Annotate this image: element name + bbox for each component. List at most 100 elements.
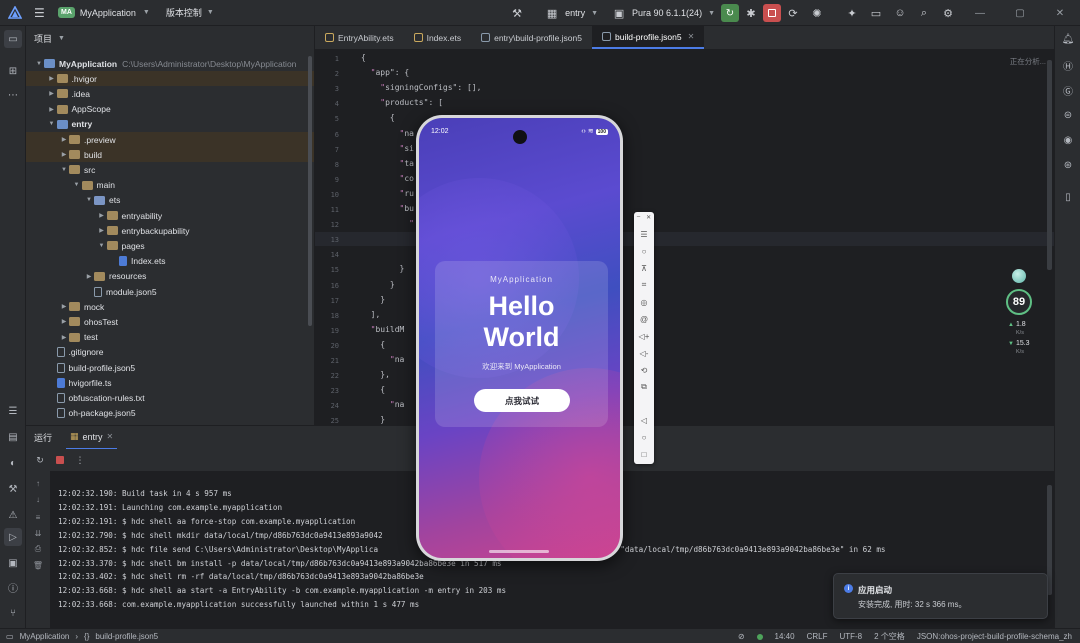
menu-icon[interactable]: ☰ bbox=[637, 228, 651, 240]
tree-item[interactable]: .gitignore bbox=[26, 345, 314, 360]
tree-item[interactable]: ▶ resources bbox=[26, 269, 314, 284]
sync-icon[interactable]: ⊜ bbox=[1059, 106, 1077, 124]
tree-item[interactable]: ▶ entryability bbox=[26, 208, 314, 223]
project-panel-header[interactable]: 项目 ▼ bbox=[26, 26, 314, 50]
chevron-right-icon[interactable]: ▶ bbox=[59, 303, 69, 310]
run-panel-icon[interactable]: ▷ bbox=[4, 528, 22, 546]
minimize-button[interactable]: — bbox=[960, 8, 1000, 19]
preview-eye-icon[interactable]: ◉ bbox=[1059, 131, 1077, 149]
tree-item[interactable]: build-profile.json5 bbox=[26, 360, 314, 375]
project-folder-icon[interactable]: ▭ bbox=[4, 30, 22, 48]
scroll-end-icon[interactable]: ⇊ bbox=[32, 527, 44, 539]
apply-changes-icon[interactable]: ⟳ bbox=[784, 4, 802, 22]
editor-tab[interactable]: build-profile.json5 ✕ bbox=[591, 26, 705, 49]
volume-up-icon[interactable]: ◁+ bbox=[637, 330, 651, 342]
vcs-menu[interactable]: 版本控制 ▼ bbox=[166, 6, 214, 19]
module-selector[interactable]: ▦ entry ▼ bbox=[543, 4, 598, 22]
project-scrollbar[interactable] bbox=[308, 56, 312, 326]
assistant-ball-icon[interactable] bbox=[1012, 269, 1026, 283]
tree-item[interactable]: obfuscation-rules.txt bbox=[26, 390, 314, 405]
status-file[interactable]: build-profile.json5 bbox=[95, 632, 158, 641]
scroll-up-icon[interactable]: ↑ bbox=[32, 477, 44, 489]
chevron-right-icon[interactable]: ▶ bbox=[97, 212, 107, 219]
tree-item[interactable]: ▼ src bbox=[26, 162, 314, 177]
minimize-icon[interactable]: – bbox=[637, 214, 640, 221]
todo-icon[interactable]: ☰ bbox=[4, 402, 22, 420]
scroll-down-icon[interactable]: ↓ bbox=[32, 493, 44, 505]
wrap-icon[interactable]: ≡ bbox=[32, 511, 44, 523]
more-tools-icon[interactable]: ⋯ bbox=[4, 86, 22, 104]
more-icon[interactable]: ⋮ bbox=[74, 454, 86, 466]
tree-item[interactable]: ▼ entry bbox=[26, 117, 314, 132]
launch-notification[interactable]: i 应用启动 安装完成, 用时: 32 s 366 ms。 bbox=[833, 573, 1048, 619]
chevron-down-icon[interactable]: ▼ bbox=[97, 243, 107, 249]
no-vcs-icon[interactable]: ⊘ bbox=[738, 632, 745, 641]
editor-tab[interactable]: entry\build-profile.json5 bbox=[471, 26, 592, 49]
json-schema[interactable]: JSON:ohos-project-build-profile-schema_z… bbox=[917, 632, 1072, 641]
tree-item[interactable]: module.json5 bbox=[26, 284, 314, 299]
tree-item[interactable]: ▼ ets bbox=[26, 193, 314, 208]
screenshot-icon[interactable]: ⧉ bbox=[637, 381, 651, 393]
close-window-button[interactable]: ✕ bbox=[1040, 8, 1080, 19]
chevron-down-icon[interactable]: ▼ bbox=[59, 167, 69, 173]
chevron-right-icon[interactable]: ▶ bbox=[47, 90, 57, 97]
tree-item[interactable]: hvigorfile.ts bbox=[26, 375, 314, 390]
profiler-icon[interactable]: ✺ bbox=[808, 4, 826, 22]
rerun-button[interactable]: ↻ bbox=[721, 4, 739, 22]
chevron-right-icon[interactable]: ▶ bbox=[59, 334, 69, 341]
recents-icon[interactable]: □ bbox=[637, 448, 651, 460]
trash-icon[interactable]: 🗑︎ bbox=[32, 559, 44, 571]
try-button[interactable]: 点我试试 bbox=[474, 389, 570, 412]
tree-item[interactable]: Index.ets bbox=[26, 254, 314, 269]
maximize-button[interactable]: ▢ bbox=[1000, 8, 1040, 19]
close-icon[interactable]: ✕ bbox=[688, 32, 695, 41]
project-switcher[interactable]: MA MyApplication ▼ bbox=[58, 7, 150, 18]
tree-item[interactable]: ▶ build bbox=[26, 147, 314, 163]
tree-item[interactable]: ▶ test bbox=[26, 330, 314, 345]
debug-icon[interactable]: ✱ bbox=[742, 4, 760, 22]
indent-setting[interactable]: 2 个空格 bbox=[874, 631, 905, 642]
home-icon[interactable]: ○ bbox=[637, 431, 651, 443]
build-hammer-icon[interactable]: ⚒ bbox=[508, 4, 526, 22]
chevron-down-icon[interactable]: ▼ bbox=[72, 182, 82, 188]
tree-item[interactable]: ▶ .hvigor bbox=[26, 71, 314, 87]
gradle-icon[interactable]: Ⓖ bbox=[1059, 81, 1077, 99]
editor-tab[interactable]: Index.ets bbox=[404, 26, 472, 49]
chevron-right-icon[interactable]: ▶ bbox=[59, 136, 69, 143]
tree-item[interactable]: ▶ entrybackupability bbox=[26, 223, 314, 238]
volume-down-icon[interactable]: ◁- bbox=[637, 347, 651, 359]
search-icon[interactable]: ⌕ bbox=[915, 4, 933, 22]
tree-item[interactable]: ▶ .preview bbox=[26, 132, 314, 147]
chevron-right-icon[interactable]: ▶ bbox=[84, 273, 94, 280]
problems-icon[interactable]: ⚠ bbox=[4, 506, 22, 524]
editor-scrollbar[interactable] bbox=[1047, 60, 1052, 270]
status-project[interactable]: MyApplication bbox=[20, 632, 70, 641]
crop-icon[interactable]: ⌗ bbox=[637, 279, 651, 291]
target-icon[interactable]: ◎ bbox=[637, 296, 651, 308]
warning-icon[interactable]: ⓘ bbox=[4, 578, 22, 596]
close-icon[interactable]: ✕ bbox=[107, 432, 114, 441]
tree-item[interactable]: ▼ pages bbox=[26, 238, 314, 253]
pin-icon[interactable]: ⊼ bbox=[637, 262, 651, 274]
structure-icon[interactable]: ⊞ bbox=[4, 62, 22, 80]
chevron-right-icon[interactable]: ▶ bbox=[47, 75, 57, 82]
logs-icon[interactable]: ▤ bbox=[4, 428, 22, 446]
rotate-icon[interactable]: ⟲ bbox=[637, 364, 651, 376]
build-icon[interactable]: ⚒ bbox=[4, 480, 22, 498]
chevron-right-icon[interactable]: ▶ bbox=[47, 106, 57, 113]
file-encoding[interactable]: UTF-8 bbox=[839, 632, 862, 641]
phone-icon[interactable]: ▯ bbox=[1059, 188, 1077, 206]
stop-icon[interactable] bbox=[54, 454, 66, 466]
chevron-down-icon[interactable]: ▼ bbox=[34, 61, 44, 67]
line-ending[interactable]: CRLF bbox=[807, 632, 828, 641]
database-icon[interactable]: ⊛ bbox=[1059, 156, 1077, 174]
rerun-icon[interactable]: ↻ bbox=[34, 454, 46, 466]
tree-item[interactable]: ▼ MyApplication C:\Users\Administrator\Des… bbox=[26, 56, 314, 71]
cursor-position[interactable]: 14:40 bbox=[775, 632, 795, 641]
print-icon[interactable]: ⎙ bbox=[32, 543, 44, 555]
chevron-right-icon[interactable]: ▶ bbox=[97, 227, 107, 234]
tree-item[interactable]: ▶ .idea bbox=[26, 86, 314, 101]
settings-gear-icon[interactable]: ⚙ bbox=[939, 4, 957, 22]
chevron-right-icon[interactable]: ▶ bbox=[59, 318, 69, 325]
run-tab-entry[interactable]: ▦ entry ✕ bbox=[66, 426, 118, 450]
